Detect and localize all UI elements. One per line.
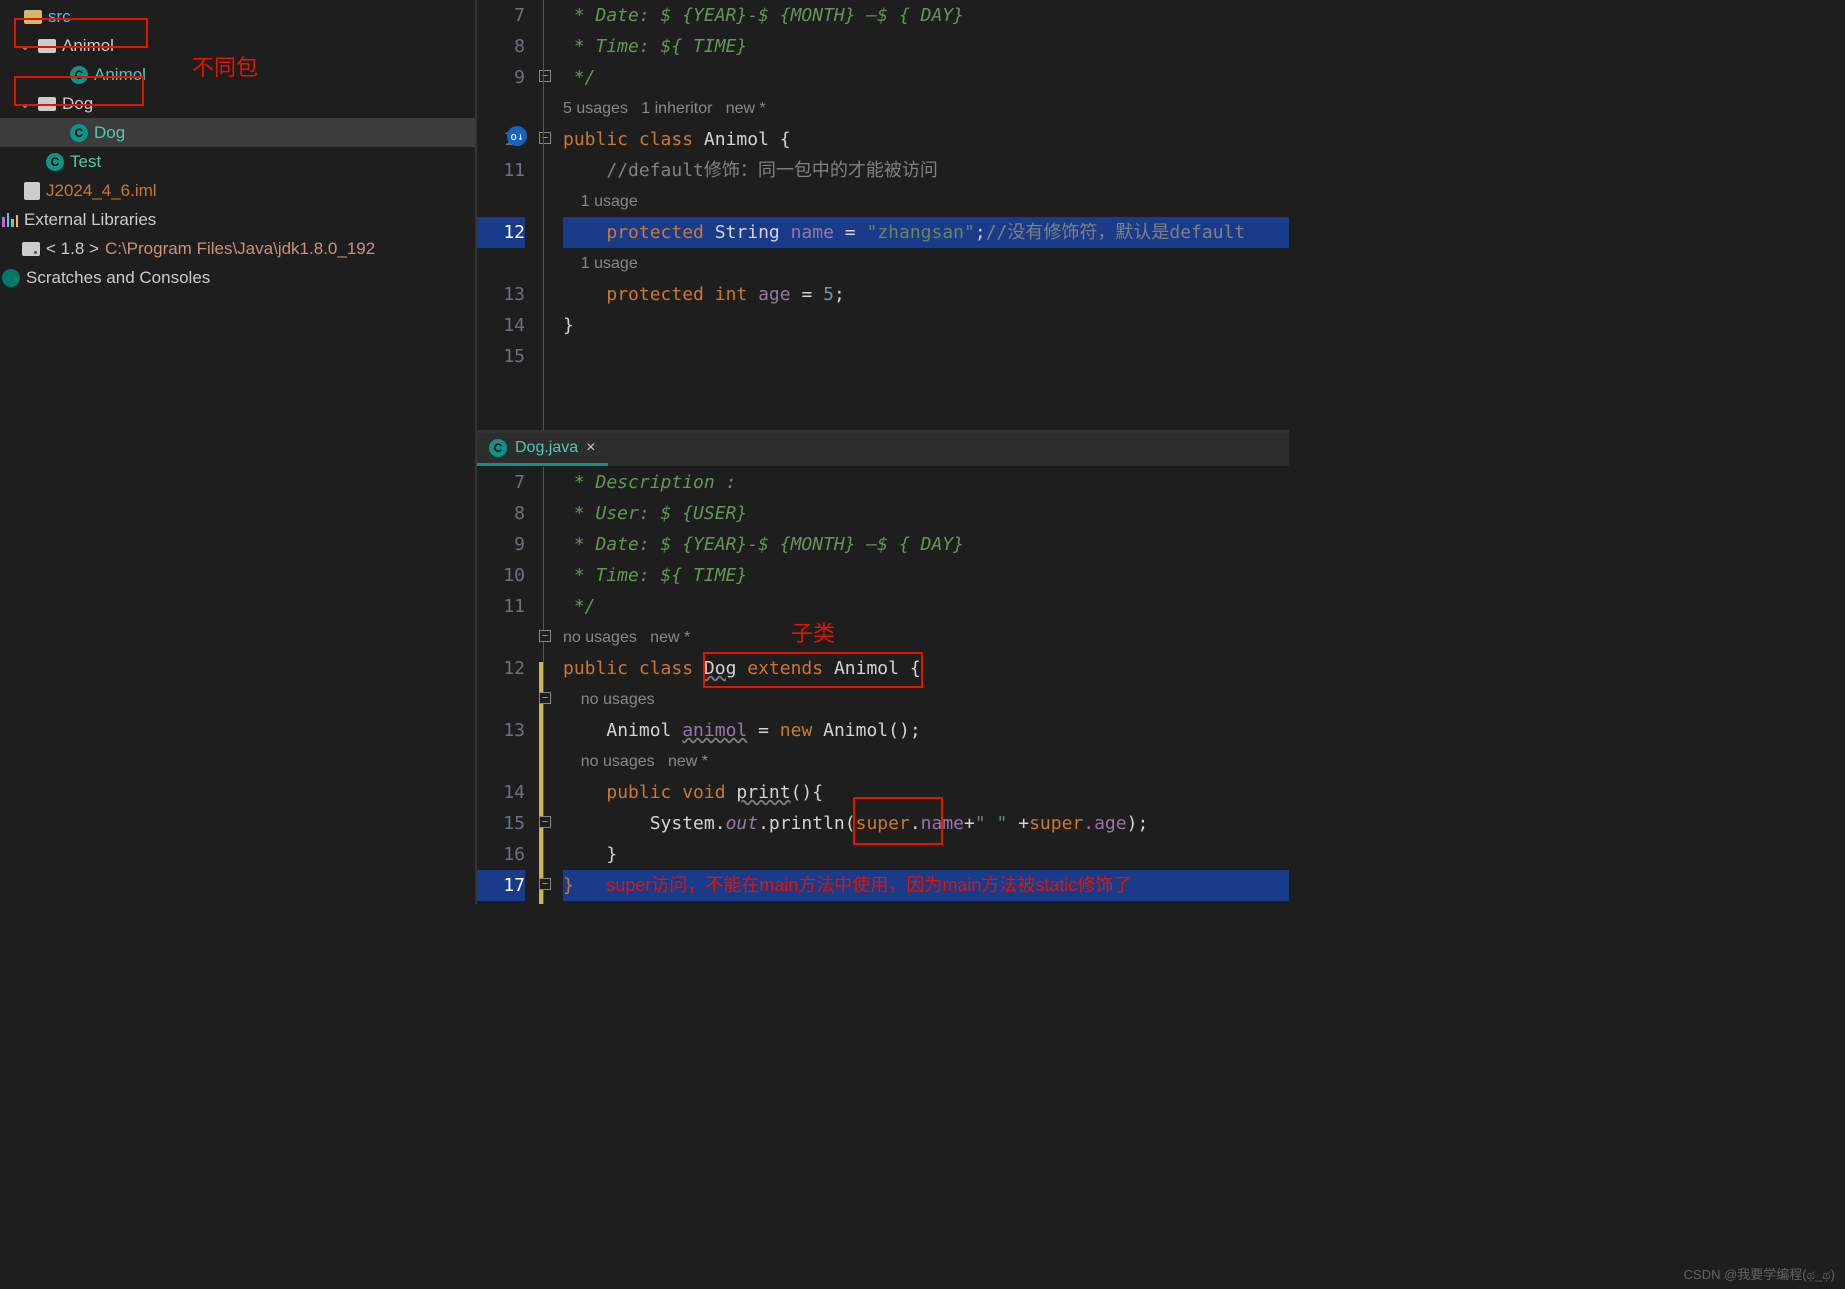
label: J2024_4_6.iml [46,181,157,201]
line-num: 13 [477,279,525,310]
fold-gutter: – – – – [537,467,563,904]
code-body[interactable]: * Date: $ {YEAR}-$ {MONTH} —$ { DAY} * T… [563,0,1289,430]
fold-button[interactable]: – [539,816,551,828]
line-num: 8 [477,31,525,62]
line-num: 9 [477,529,525,560]
label: Scratches and Consoles [26,268,210,288]
gutter: 7 8 9 10 11 12 13 14 15 16 17 [477,467,537,904]
line-num: 10 [477,560,525,591]
fold-button[interactable]: – [539,630,551,642]
tree-jdk[interactable]: < 1.8 > C:\Program Files\Java\jdk1.8.0_1… [0,234,475,263]
class-icon [46,153,64,171]
file-icon [24,182,40,200]
tab-dog-java[interactable]: Dog.java × [477,433,608,466]
line-num: 7 [477,467,525,498]
annotation-text: 不同包 [192,50,258,82]
line-num: 12 [477,653,525,684]
line-num: 7 [477,0,525,31]
code-hint[interactable]: no usages [581,691,655,708]
annotation-text: 子类 [791,619,835,650]
line-num: 17 [477,870,525,901]
label: Test [70,152,101,172]
line-num: 14 [477,310,525,341]
line-num: 14 [477,777,525,808]
code-hint[interactable]: no usages new * [581,753,708,770]
scratch-icon [2,269,20,287]
line-num: 11 [477,155,525,186]
line-num: 11 [477,591,525,622]
close-icon[interactable]: × [586,439,595,457]
tree-dog-class[interactable]: Dog [0,118,475,147]
class-icon [70,124,88,142]
annotation-box [853,797,943,845]
code-hint[interactable]: no usages new * [563,622,1289,653]
watermark: CSDN @我要学编程(ಥ_ಥ) [1684,1264,1835,1283]
class-icon [489,439,507,457]
annotation-box [14,76,144,106]
fold-button[interactable]: – [539,692,551,704]
label: < 1.8 > [46,239,99,259]
line-num: 15 [477,341,525,372]
label: Dog [94,123,125,143]
tab-label: Dog.java [515,439,578,457]
tree-iml[interactable]: J2024_4_6.iml [0,176,475,205]
label: External Libraries [24,210,156,230]
fold-button[interactable]: – [539,132,551,144]
code-body[interactable]: * Description : * User: $ {USER} * Date:… [563,467,1289,904]
label: C:\Program Files\Java\jdk1.8.0_192 [105,239,375,259]
code-hint[interactable]: 1 usage [581,193,638,210]
fold-button[interactable]: – [539,878,551,890]
line-num: 16 [477,839,525,870]
gutter: 7 8 9 10 11 12 13 14 15 [477,0,537,430]
line-num: 9 [477,62,525,93]
fold-button[interactable]: – [539,70,551,82]
line-num: 12 [477,217,525,248]
tree-scratch[interactable]: Scratches and Consoles [0,263,475,292]
drive-icon [22,242,40,256]
line-num: 13 [477,715,525,746]
annotation-text: super访问，不能在main方法中使用，因为main方法被static修饰了 [606,875,1131,895]
override-icon[interactable]: o↓ [507,126,527,146]
fold-gutter: o↓ – – [537,0,563,430]
annotation-box [14,18,148,48]
library-icon [2,213,18,227]
tree-test-class[interactable]: Test [0,147,475,176]
tree-ext-lib[interactable]: External Libraries [0,205,475,234]
line-num: 15 [477,808,525,839]
code-hint[interactable]: 5 usages 1 inheritor new * [563,93,1289,124]
annotation-box [703,652,923,688]
line-num: 8 [477,498,525,529]
code-hint[interactable]: 1 usage [581,255,638,272]
